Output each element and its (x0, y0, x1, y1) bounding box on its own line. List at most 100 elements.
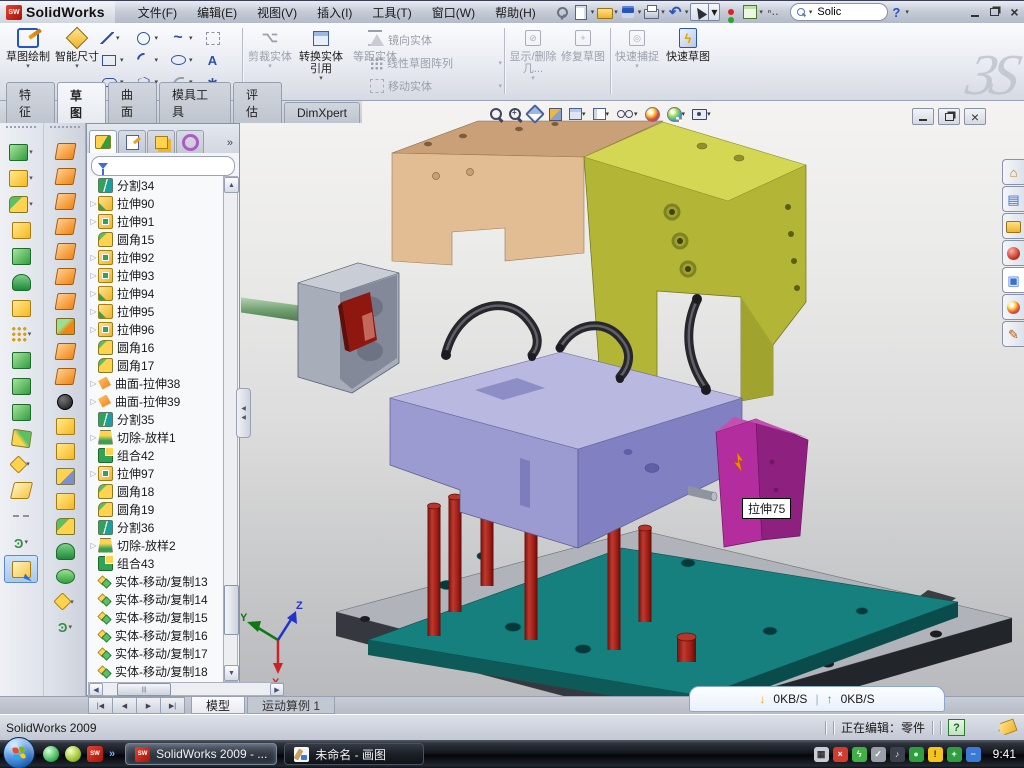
dropdown-icon[interactable]: ▾ (638, 8, 642, 16)
tree-item[interactable]: 实体-移动/复制13 (89, 572, 222, 590)
sketch-button[interactable]: 草图绘制▾ (4, 26, 52, 70)
tree-item[interactable]: 圆角15 (89, 230, 222, 248)
featureworks-button[interactable] (0, 295, 42, 321)
swept-boss-button[interactable] (0, 217, 42, 243)
print-icon[interactable] (643, 4, 660, 20)
apply-scene-button[interactable]: ▾ (665, 104, 688, 124)
scroll-down-icon[interactable]: ▼ (224, 665, 239, 681)
volume-icon[interactable]: ♪ (890, 747, 905, 762)
tree-item[interactable]: 分割35 (89, 410, 222, 428)
toolbar-pin-icon[interactable] (554, 4, 571, 20)
tree-item[interactable]: 实体-移动/复制15 (89, 608, 222, 626)
box-select-icon[interactable] (204, 30, 222, 46)
combine-button[interactable] (0, 399, 42, 425)
tree-item[interactable]: ▷拉伸93 (89, 266, 222, 284)
dropdown-icon[interactable]: ▾ (606, 110, 610, 118)
expand-icon[interactable]: ▷ (89, 271, 98, 280)
tree-item[interactable]: ▷切除-放样1 (89, 428, 222, 446)
rib-button[interactable] (0, 347, 42, 373)
antivirus-alert-icon[interactable]: × (833, 747, 848, 762)
scroll-right-icon[interactable]: ▶ (270, 683, 284, 696)
section-view-button[interactable] (547, 104, 564, 124)
linear-sketch-pattern-button[interactable]: 线性草图阵列 ▾ (370, 52, 502, 74)
zoom-area-button[interactable] (507, 104, 523, 124)
menu-item[interactable]: 帮助(H) (486, 2, 545, 23)
dropdown-icon[interactable]: ▾ (116, 34, 120, 42)
view-palette-tab[interactable]: ▣ (1002, 267, 1024, 293)
dropdown-icon[interactable]: ▾ (68, 623, 72, 631)
reference-plane-button[interactable] (0, 477, 42, 503)
dropdown-icon[interactable]: ▾ (29, 148, 33, 156)
boundary-surface-button[interactable] (44, 239, 86, 264)
fillet-button[interactable]: ▾ (0, 191, 42, 217)
tree-item[interactable]: 圆角19 (89, 500, 222, 518)
scroll-thumb[interactable]: ||| (117, 683, 171, 696)
tree-item[interactable]: 实体-移动/复制17 (89, 644, 222, 662)
tree-item[interactable]: ▷曲面-拉伸38 (89, 374, 222, 392)
prev-frame-button[interactable]: ◀ (112, 697, 136, 714)
design-library-tab[interactable]: ▤ (1002, 186, 1024, 212)
tree-item[interactable]: 实体-移动/复制16 (89, 626, 222, 644)
dome-button[interactable] (44, 539, 86, 564)
traffic-light-icon[interactable] (722, 4, 739, 20)
dropdown-icon[interactable]: ▾ (707, 110, 711, 118)
tags-icon[interactable] (996, 718, 1017, 736)
expand-icon[interactable]: ▷ (89, 325, 98, 334)
delete-face-button[interactable] (44, 389, 86, 414)
reference-point-button[interactable]: ▾ (0, 451, 42, 477)
menu-item[interactable]: 窗口(W) (423, 2, 484, 23)
command-tab-曲面[interactable]: 曲面 (108, 82, 157, 123)
tree-item[interactable]: 实体-移动/复制18 (89, 662, 222, 680)
expand-icon[interactable]: ▷ (89, 379, 98, 388)
undo-icon[interactable] (667, 4, 684, 20)
tree-item[interactable]: ▷拉伸94 (89, 284, 222, 302)
dropdown-icon[interactable]: ▾ (634, 110, 638, 118)
linear-pattern-button[interactable]: ▾ (0, 321, 42, 347)
shield-plus-icon[interactable]: + (947, 747, 962, 762)
open-icon[interactable] (596, 4, 613, 20)
taskbar-task[interactable]: SWSolidWorks 2009 - ... (125, 743, 277, 765)
dropdown-icon[interactable]: ▾ (661, 8, 665, 16)
tree-item[interactable]: ▷拉伸91 (89, 212, 222, 230)
reference-point-button[interactable]: ▾ (44, 589, 86, 614)
task-list-icon[interactable] (741, 4, 758, 20)
shape-button[interactable] (44, 564, 86, 589)
dropdown-icon[interactable]: ▾ (682, 110, 686, 118)
quick-launch-more-icon[interactable]: » (109, 748, 115, 760)
file-explorer-tab[interactable] (1002, 213, 1024, 239)
tree-horizontal-scrollbar[interactable]: ◀ ||| ▶ (88, 682, 284, 696)
first-frame-button[interactable]: |◀ (88, 697, 112, 714)
dropdown-icon[interactable]: ▾ (614, 8, 618, 16)
search-box[interactable]: ▾ (790, 3, 889, 21)
arc-icon[interactable] (135, 52, 153, 68)
help-dropdown-icon[interactable]: ▾ (905, 8, 909, 16)
display-style-button[interactable]: ▾ (591, 104, 612, 124)
revolved-surface-button[interactable] (44, 164, 86, 189)
menu-item[interactable]: 编辑(E) (188, 2, 246, 23)
toolbar-grip[interactable] (50, 126, 80, 135)
spline-icon[interactable] (169, 30, 187, 46)
appearances-tab[interactable] (1002, 294, 1024, 320)
quick-snaps-button[interactable]: ◎ 快速捕捉▾ (614, 26, 660, 70)
smart-dimension-button[interactable]: 智能尺寸▾ (53, 26, 101, 70)
taskbar-clock[interactable]: 9:41 (993, 747, 1024, 761)
new-document-icon[interactable] (573, 4, 590, 20)
replace-face-button[interactable] (44, 414, 86, 439)
knit-surface-button[interactable] (44, 339, 86, 364)
panel-splitter-handle[interactable]: ◀◀ (236, 388, 251, 438)
dropdown-icon[interactable]: ▾ (29, 200, 33, 208)
solidworks-resources-tab[interactable]: ⌂ (1002, 159, 1024, 185)
offset-surface-button[interactable] (44, 264, 86, 289)
dropdown-icon[interactable]: ▾ (120, 56, 124, 64)
revolved-boss-button[interactable] (0, 243, 42, 269)
custom-properties-tab[interactable]: ✎ (1002, 321, 1024, 347)
scroll-up-icon[interactable]: ▲ (224, 177, 239, 193)
expand-icon[interactable]: ▷ (89, 289, 98, 298)
window-close-button[interactable] (1005, 5, 1024, 20)
dropdown-icon[interactable]: ▾ (28, 330, 32, 338)
trim-surface-button[interactable] (44, 464, 86, 489)
panel-expand-icon[interactable]: » (223, 137, 237, 153)
dropdown-icon[interactable]: ▾ (582, 110, 586, 118)
tab-model[interactable]: 模型 (191, 697, 245, 714)
tab-motion-study[interactable]: 运动算例 1 (247, 697, 335, 714)
